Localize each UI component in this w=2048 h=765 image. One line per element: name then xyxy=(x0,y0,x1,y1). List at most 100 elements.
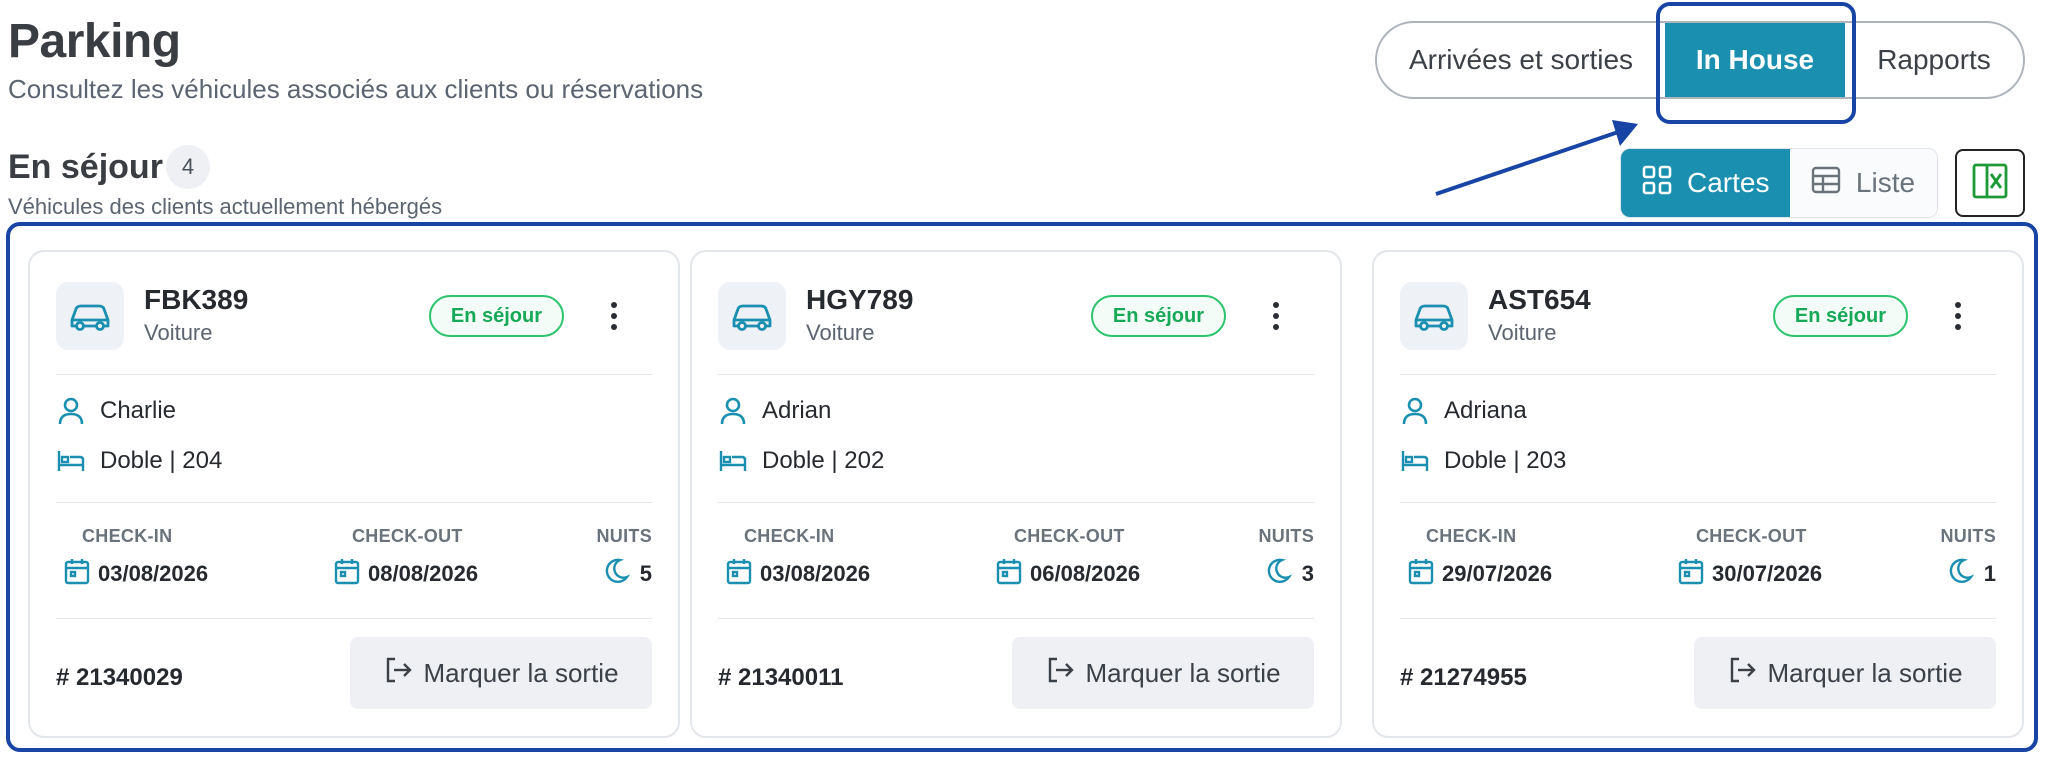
list-view-button[interactable]: Liste xyxy=(1789,149,1937,217)
bed-icon xyxy=(56,446,86,476)
view-toggle: Cartes Liste xyxy=(1620,148,1938,218)
divider xyxy=(718,374,1314,375)
nights-count: 5 xyxy=(639,561,652,586)
license-plate: HGY789 xyxy=(806,284,914,315)
car-icon xyxy=(56,282,124,350)
divider xyxy=(1400,502,1996,503)
check-in-date: 03/08/2026 xyxy=(98,561,209,586)
nights-label: NUITS xyxy=(596,526,652,546)
vehicle-card: FBK389 Voiture En séjour Charlie Doble |… xyxy=(28,250,680,738)
check-in-block: CHECK-IN 29/07/2026 xyxy=(1408,526,1552,591)
more-options-icon[interactable] xyxy=(602,294,626,338)
logout-icon xyxy=(1045,655,1075,692)
more-options-icon[interactable] xyxy=(1946,294,1970,338)
room-info: Doble | 203 xyxy=(1444,447,1567,474)
mark-checkout-label: Marquer la sortie xyxy=(423,657,619,688)
page-subtitle: Consultez les véhicules associés aux cli… xyxy=(8,74,704,104)
excel-icon xyxy=(1971,161,2009,206)
nights-block: NUITS 5 xyxy=(597,526,653,591)
logout-icon xyxy=(383,655,413,692)
cards-view-button[interactable]: Cartes xyxy=(1621,149,1790,217)
room-row: Doble | 203 xyxy=(1400,444,1566,478)
mark-checkout-button[interactable]: Marquer la sortie xyxy=(1694,637,1996,709)
guest-row: Charlie xyxy=(56,394,176,428)
table-icon xyxy=(1810,164,1842,203)
nights-count: 1 xyxy=(1983,561,1996,586)
status-badge: En séjour xyxy=(1090,295,1226,337)
guest-name: Charlie xyxy=(100,397,177,424)
divider xyxy=(1400,618,1996,619)
section-subtitle: Véhicules des clients actuellement héber… xyxy=(8,194,443,219)
check-in-label: CHECK-IN xyxy=(82,526,173,546)
section-title: En séjour xyxy=(8,148,163,186)
grid-icon xyxy=(1641,164,1673,203)
check-in-label: CHECK-IN xyxy=(1426,526,1517,546)
guest-name: Adrian xyxy=(762,397,832,424)
user-icon xyxy=(56,396,86,426)
calendar-icon xyxy=(64,557,90,591)
check-out-date: 30/07/2026 xyxy=(1712,561,1823,586)
tab-reports[interactable]: Rapports xyxy=(1845,23,2023,97)
room-row: Doble | 202 xyxy=(718,444,884,478)
check-in-block: CHECK-IN 03/08/2026 xyxy=(64,526,208,591)
check-out-block: CHECK-OUT 08/08/2026 xyxy=(334,526,478,591)
room-info: Doble | 204 xyxy=(100,447,223,474)
calendar-icon xyxy=(334,557,360,591)
room-row: Doble | 204 xyxy=(56,444,222,478)
reservation-number: # 21340011 xyxy=(718,664,844,691)
license-plate: FBK389 xyxy=(144,284,249,315)
check-in-label: CHECK-IN xyxy=(744,526,835,546)
logout-icon xyxy=(1727,655,1757,692)
moon-icon xyxy=(1946,557,1975,591)
view-tabs: Arrivées et sorties In House Rapports xyxy=(1375,21,2025,99)
vehicle-card: AST654 Voiture En séjour Adriana Doble |… xyxy=(1372,250,2024,738)
nights-count: 3 xyxy=(1301,561,1314,586)
tab-in-house[interactable]: In House xyxy=(1665,23,1845,97)
status-badge: En séjour xyxy=(428,295,564,337)
calendar-icon xyxy=(1678,557,1704,591)
mark-checkout-label: Marquer la sortie xyxy=(1085,657,1281,688)
user-icon xyxy=(1400,396,1430,426)
check-in-date: 29/07/2026 xyxy=(1442,561,1553,586)
moon-icon xyxy=(1264,557,1293,591)
guest-row: Adriana xyxy=(1400,394,1527,428)
calendar-icon xyxy=(726,557,752,591)
mark-checkout-button[interactable]: Marquer la sortie xyxy=(1012,637,1314,709)
export-excel-button[interactable] xyxy=(1955,149,2025,217)
tab-arrivals-departures[interactable]: Arrivées et sorties xyxy=(1377,23,1665,97)
mark-checkout-button[interactable]: Marquer la sortie xyxy=(350,637,652,709)
check-out-label: CHECK-OUT xyxy=(1696,526,1807,546)
check-out-block: CHECK-OUT 06/08/2026 xyxy=(996,526,1140,591)
divider xyxy=(1400,374,1996,375)
nights-label: NUITS xyxy=(1258,526,1314,546)
check-out-label: CHECK-OUT xyxy=(1014,526,1125,546)
nights-block: NUITS 3 xyxy=(1259,526,1315,591)
check-in-date: 03/08/2026 xyxy=(760,561,871,586)
reservation-number: # 21274955 xyxy=(1400,664,1527,691)
status-badge: En séjour xyxy=(1772,295,1908,337)
user-icon xyxy=(718,396,748,426)
guest-name: Adriana xyxy=(1444,397,1527,424)
reservation-number: # 21340029 xyxy=(56,664,183,691)
nights-block: NUITS 1 xyxy=(1941,526,1997,591)
count-badge: 4 xyxy=(166,145,210,189)
divider xyxy=(718,502,1314,503)
vehicle-type: Voiture xyxy=(1488,320,1557,345)
divider xyxy=(718,618,1314,619)
car-icon xyxy=(718,282,786,350)
cards-view-label: Cartes xyxy=(1687,167,1770,198)
moon-icon xyxy=(602,557,631,591)
page-title: Parking xyxy=(8,15,181,68)
divider xyxy=(56,618,652,619)
list-view-label: Liste xyxy=(1855,167,1916,198)
check-out-date: 08/08/2026 xyxy=(368,561,479,586)
check-out-block: CHECK-OUT 30/07/2026 xyxy=(1678,526,1822,591)
check-out-date: 06/08/2026 xyxy=(1030,561,1141,586)
calendar-icon xyxy=(996,557,1022,591)
more-options-icon[interactable] xyxy=(1264,294,1288,338)
mark-checkout-label: Marquer la sortie xyxy=(1767,657,1963,688)
vehicle-type: Voiture xyxy=(144,320,213,345)
divider xyxy=(56,374,652,375)
bed-icon xyxy=(718,446,748,476)
room-info: Doble | 202 xyxy=(762,447,885,474)
